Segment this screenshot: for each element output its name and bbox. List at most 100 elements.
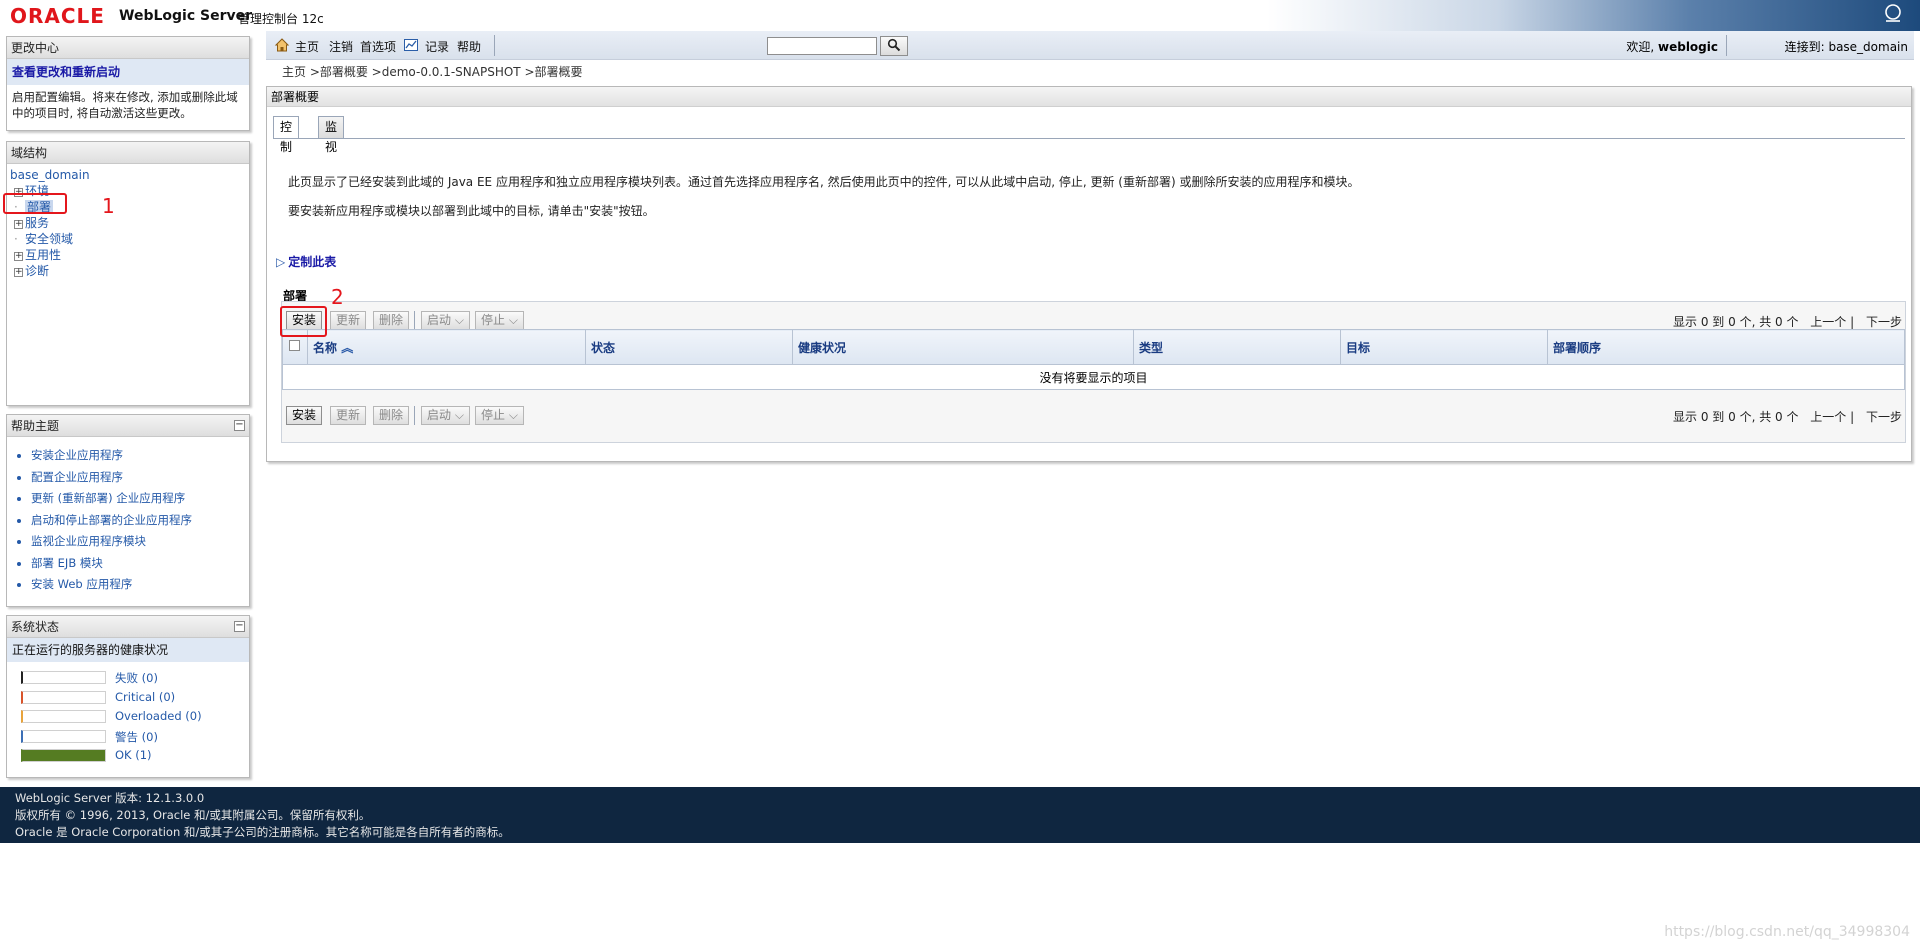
connected-domain: base_domain bbox=[1828, 40, 1908, 54]
main-toolbar: 主页 注销 首选项 记录 帮助 欢迎, weblogic 连接到: base_d… bbox=[266, 31, 1914, 60]
tree-item-label[interactable]: 安全领域 bbox=[25, 232, 73, 246]
system-status-subtitle: 正在运行的服务器的健康状况 bbox=[7, 638, 249, 662]
tree-root-label[interactable]: base_domain bbox=[10, 168, 90, 182]
expand-icon[interactable]: + bbox=[14, 252, 23, 261]
top-header: ORACLE WebLogic Server 管理控制台 12c bbox=[0, 0, 1920, 31]
toolbar-divider bbox=[494, 35, 495, 56]
health-status-label[interactable]: OK (1) bbox=[115, 748, 152, 762]
help-topic-link[interactable]: 更新 (重新部署) 企业应用程序 bbox=[31, 488, 249, 510]
health-status-row[interactable]: 警告 (0) bbox=[15, 727, 249, 747]
expand-icon[interactable]: + bbox=[14, 268, 23, 277]
domain-structure-title: 域结构 bbox=[7, 142, 249, 164]
content-title: 部署概要 bbox=[267, 87, 1911, 107]
tree-item-label[interactable]: 互用性 bbox=[25, 248, 61, 262]
system-status-panel: 系统状态 − 正在运行的服务器的健康状况 失败 (0) Critical (0) O… bbox=[6, 615, 250, 778]
next-page-link[interactable]: 下一步 bbox=[1866, 410, 1902, 424]
search-icon bbox=[887, 38, 901, 52]
health-status-row[interactable]: OK (1) bbox=[15, 746, 249, 766]
intro-description: 此页显示了已经安装到此域的 Java EE 应用程序和独立应用程序模块列表。通过… bbox=[288, 175, 1360, 189]
customize-table-label[interactable]: 定制此表 bbox=[288, 255, 336, 269]
start-dropdown-button-bottom[interactable]: 启动 ⌵ bbox=[421, 406, 470, 425]
tree-item-interoperability[interactable]: + 互用性 bbox=[10, 247, 246, 263]
health-status-label[interactable]: Critical (0) bbox=[115, 690, 175, 704]
help-topic-link[interactable]: 安装企业应用程序 bbox=[31, 445, 249, 467]
column-header-targets[interactable]: 目标 bbox=[1340, 329, 1548, 365]
health-status-label[interactable]: 失败 (0) bbox=[115, 670, 158, 686]
expand-triangle-icon: ▷ bbox=[276, 255, 286, 269]
health-status-row[interactable]: 失败 (0) bbox=[15, 668, 249, 688]
health-status-bar bbox=[21, 690, 106, 704]
home-icon[interactable] bbox=[274, 37, 290, 53]
tab-monitoring[interactable]: 监视 bbox=[318, 116, 345, 154]
view-changes-restarts-link[interactable]: 查看更改和重新启动 bbox=[7, 59, 249, 85]
pager-summary: 显示 0 到 0 个, 共 0 个 bbox=[1673, 410, 1799, 424]
deployments-table-container: 安装 更新 删除 启动 ⌵ 停止 ⌵ 显示 0 到 0 个, 共 0 个 上一个… bbox=[281, 301, 1906, 443]
tree-item-security-realms[interactable]: · 安全领域 bbox=[10, 231, 246, 247]
health-status-fill bbox=[23, 750, 105, 761]
tree-item-diagnostics[interactable]: + 诊断 bbox=[10, 263, 246, 279]
annotation-box-deployments bbox=[3, 193, 67, 214]
help-topic-link[interactable]: 启动和停止部署的企业应用程序 bbox=[31, 510, 249, 532]
footer: WebLogic Server 版本: 12.1.3.0.0 版权所有 © 19… bbox=[0, 787, 1920, 843]
sort-ascending-icon[interactable]: ︽ bbox=[341, 341, 353, 355]
tree-item-label[interactable]: 诊断 bbox=[25, 264, 49, 278]
button-divider bbox=[414, 406, 415, 425]
search-input[interactable] bbox=[767, 37, 877, 55]
health-status-bar bbox=[21, 729, 106, 743]
pager-summary: 显示 0 到 0 个, 共 0 个 bbox=[1673, 315, 1799, 329]
health-status-row[interactable]: Critical (0) bbox=[15, 688, 249, 708]
change-center-text: 启用配置编辑。将来在修改, 添加或删除此域中的项目时, 将自动激活这些更改。 bbox=[12, 90, 238, 120]
health-status-label[interactable]: Overloaded (0) bbox=[115, 709, 202, 723]
column-header-type[interactable]: 类型 bbox=[1133, 329, 1341, 365]
start-dropdown-button[interactable]: 启动 ⌵ bbox=[421, 311, 470, 330]
help-icon[interactable] bbox=[1882, 3, 1904, 25]
stop-dropdown-button[interactable]: 停止 ⌵ bbox=[475, 311, 524, 330]
update-button-bottom[interactable]: 更新 bbox=[330, 406, 367, 425]
install-button-bottom[interactable]: 安装 bbox=[286, 406, 323, 425]
delete-button[interactable]: 删除 bbox=[373, 311, 410, 330]
next-page-link[interactable]: 下一步 bbox=[1866, 315, 1902, 329]
column-header-state[interactable]: 状态 bbox=[585, 329, 793, 365]
column-header-deployment-order[interactable]: 部署顺序 bbox=[1547, 329, 1905, 365]
help-topic-link[interactable]: 配置企业应用程序 bbox=[31, 467, 249, 489]
column-header-name[interactable]: 名称 ︽ bbox=[307, 329, 586, 365]
footer-trademark: Oracle 是 Oracle Corporation 和/或其子公司的注册商标… bbox=[15, 825, 510, 839]
pager-top: 显示 0 到 0 个, 共 0 个 上一个 | 下一步 bbox=[1673, 315, 1902, 329]
stop-dropdown-button-bottom[interactable]: 停止 ⌵ bbox=[475, 406, 524, 425]
expand-icon[interactable]: + bbox=[14, 220, 23, 229]
delete-button-bottom[interactable]: 删除 bbox=[373, 406, 410, 425]
tree-root[interactable]: base_domain bbox=[10, 167, 246, 183]
oracle-logo: ORACLE bbox=[10, 4, 105, 28]
help-link[interactable]: 帮助 bbox=[457, 38, 481, 55]
health-status-label[interactable]: 警告 (0) bbox=[115, 729, 158, 745]
tree-item-services[interactable]: + 服务 bbox=[10, 215, 246, 231]
collapse-icon[interactable]: − bbox=[234, 420, 245, 431]
collapse-icon[interactable]: − bbox=[234, 621, 245, 632]
table-header-row: 名称 ︽ 状态 健康状况 类型 目标 部署顺序 bbox=[282, 329, 1905, 365]
breadcrumb[interactable]: 主页 >部署概要 >demo-0.0.1-SNAPSHOT >部署概要 bbox=[282, 63, 583, 80]
preferences-link[interactable]: 首选项 bbox=[360, 38, 396, 55]
help-topic-link[interactable]: 监视企业应用程序模块 bbox=[31, 531, 249, 553]
tab-control[interactable]: 控制 bbox=[273, 116, 300, 154]
tree-item-label[interactable]: 服务 bbox=[25, 216, 49, 230]
update-button[interactable]: 更新 bbox=[330, 311, 367, 330]
customize-table-link[interactable]: ▷ 定制此表 bbox=[276, 253, 336, 270]
help-topic-link[interactable]: 部署 EJB 模块 bbox=[31, 553, 249, 575]
column-header-health[interactable]: 健康状况 bbox=[792, 329, 1134, 365]
logout-link[interactable]: 注销 bbox=[329, 38, 353, 55]
prev-page-link[interactable]: 上一个 bbox=[1810, 315, 1846, 329]
prev-page-link[interactable]: 上一个 bbox=[1810, 410, 1846, 424]
home-link[interactable]: 主页 bbox=[295, 38, 319, 55]
select-all-checkbox[interactable] bbox=[289, 340, 300, 351]
health-status-row[interactable]: Overloaded (0) bbox=[15, 707, 249, 727]
health-status-bar bbox=[21, 671, 106, 684]
search-button[interactable] bbox=[880, 36, 908, 56]
record-link[interactable]: 记录 bbox=[425, 38, 449, 55]
annotation-number-2: 2 bbox=[331, 285, 344, 309]
record-icon[interactable] bbox=[403, 37, 419, 53]
tab-divider bbox=[273, 138, 1905, 139]
stop-label: 停止 bbox=[481, 313, 506, 327]
help-topic-link[interactable]: 安装 Web 应用程序 bbox=[31, 574, 249, 596]
column-label[interactable]: 名称 bbox=[313, 341, 337, 355]
stop-label: 停止 bbox=[481, 408, 506, 422]
